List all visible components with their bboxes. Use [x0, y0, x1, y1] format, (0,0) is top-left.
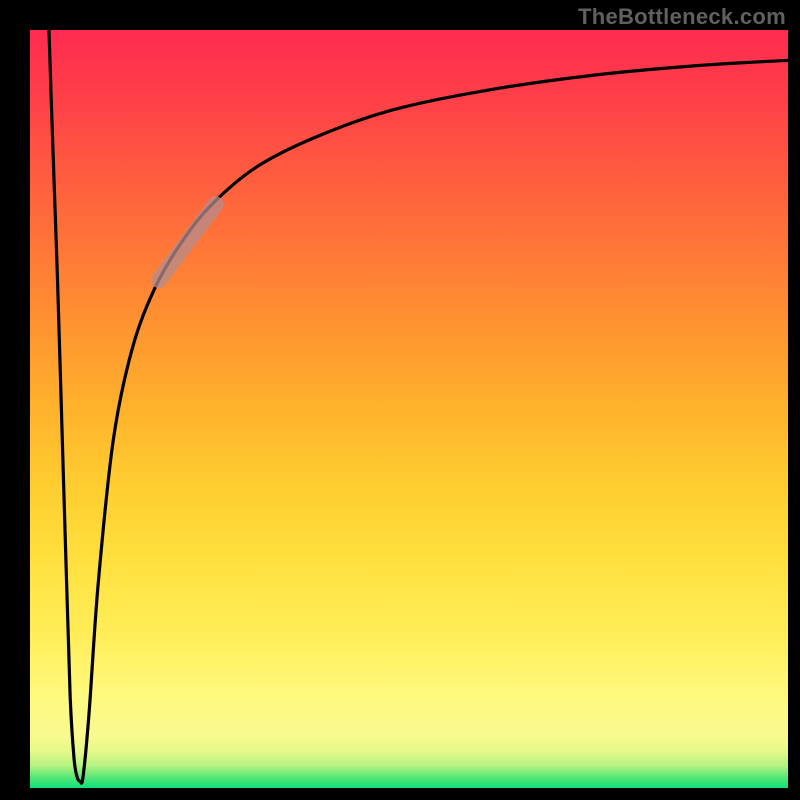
plot-area — [30, 30, 788, 788]
curve-left-drop — [49, 30, 788, 783]
chart-frame: TheBottleneck.com — [0, 0, 800, 800]
highlight-segment — [159, 204, 216, 280]
watermark-text: TheBottleneck.com — [578, 4, 786, 30]
curve-layer — [30, 30, 788, 788]
